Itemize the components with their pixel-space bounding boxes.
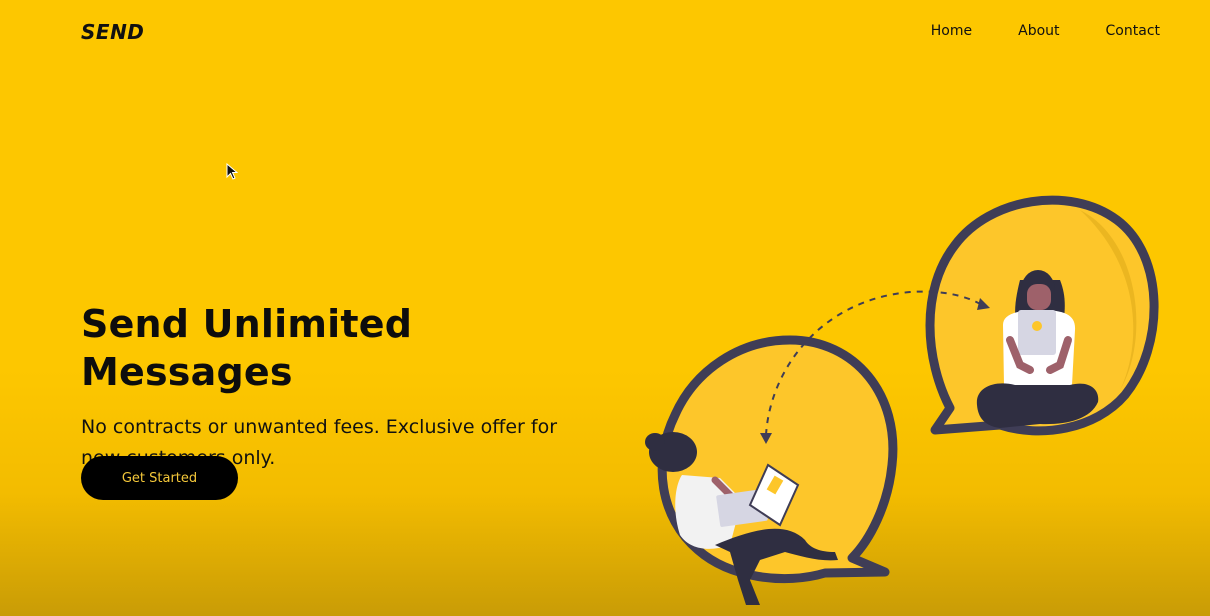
nav-link-about[interactable]: About (1018, 23, 1059, 39)
hero-section: Send Unlimited Messages No contracts or … (81, 300, 621, 474)
get-started-button[interactable]: Get Started (81, 456, 238, 500)
navbar: SEND Home About Contact (0, 0, 1210, 64)
nav-link-home[interactable]: Home (931, 23, 972, 39)
nav-link-contact[interactable]: Contact (1106, 23, 1160, 39)
messaging-people-illustration (645, 195, 1159, 605)
mouse-pointer-icon (226, 163, 238, 180)
nav-links: Home About Contact (931, 23, 1160, 39)
hero-title: Send Unlimited Messages (81, 302, 413, 394)
brand-logo[interactable]: SEND (81, 20, 144, 44)
